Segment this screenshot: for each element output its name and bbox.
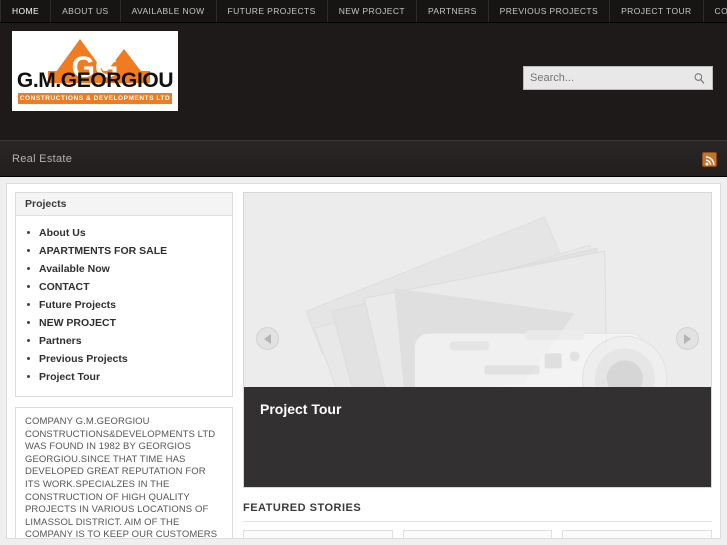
search-box[interactable] [523, 66, 713, 90]
site-logo[interactable]: GG G.M.GEORGIOU CONSTRUCTIONS & DEVELOPM… [12, 31, 178, 111]
nav-item-new-project[interactable]: NEW PROJECT [328, 0, 417, 22]
projects-item-contact[interactable]: CONTACT [25, 278, 223, 296]
widget-projects: Projects About Us APARTMENTS FOR SALE Av… [15, 192, 233, 397]
page-title-bar: Real Estate [0, 140, 727, 177]
projects-item-new-project[interactable]: NEW PROJECT [25, 314, 223, 332]
projects-item-about-us[interactable]: About Us [25, 224, 223, 242]
logo-company-name: G.M.GEORGIOU [16, 69, 174, 92]
widget-projects-body: About Us APARTMENTS FOR SALE Available N… [16, 216, 232, 396]
nav-item-home[interactable]: HOME [0, 0, 52, 22]
chevron-left-icon [264, 333, 271, 344]
chevron-right-icon [684, 333, 691, 344]
nav-item-future-projects[interactable]: FUTURE PROJECTS [217, 0, 328, 22]
featured-stories-row [243, 530, 713, 538]
about-company-text: COMPANY G.M.GEORGIOU CONSTRUCTIONS&DEVEL… [15, 407, 233, 538]
sidebar: Projects About Us APARTMENTS FOR SALE Av… [15, 192, 233, 538]
projects-list: About Us APARTMENTS FOR SALE Available N… [25, 224, 223, 386]
projects-item-previous-projects[interactable]: Previous Projects [25, 350, 223, 368]
nav-item-about-us[interactable]: ABOUT US [51, 0, 121, 22]
slider-next-button[interactable] [676, 327, 699, 350]
nav-item-previous-projects[interactable]: PREVIOUS PROJECTS [489, 0, 611, 22]
search-input[interactable] [530, 72, 693, 84]
featured-stories-section: FEATURED STORIES [243, 502, 713, 538]
featured-story-card[interactable] [562, 530, 713, 538]
featured-stories-heading: FEATURED STORIES [243, 502, 712, 522]
slider-prev-button[interactable] [256, 327, 279, 350]
rss-glyph [705, 156, 715, 166]
nav-item-available-now[interactable]: AVAILABLE NOW [121, 0, 217, 22]
top-navigation: HOME ABOUT US AVAILABLE NOW FUTURE PROJE… [0, 0, 727, 23]
main-content: Project Tour FEATURED STORIES [243, 192, 713, 538]
featured-story-card[interactable] [402, 530, 553, 538]
nav-item-partners[interactable]: PARTNERS [417, 0, 489, 22]
projects-item-project-tour[interactable]: Project Tour [25, 368, 223, 386]
slider-caption-bar[interactable]: Project Tour [244, 387, 711, 487]
widget-projects-heading: Projects [16, 193, 232, 216]
page-title: Real Estate [12, 152, 73, 165]
featured-slider[interactable]: Project Tour [243, 192, 712, 488]
logo-company-subtitle: CONSTRUCTIONS & DEVELOPMENTS LTD [18, 93, 172, 104]
content-panel: Projects About Us APARTMENTS FOR SALE Av… [6, 183, 721, 539]
page-body: Projects About Us APARTMENTS FOR SALE Av… [0, 177, 727, 545]
featured-story-card[interactable] [243, 530, 393, 538]
projects-item-available-now[interactable]: Available Now [25, 260, 223, 278]
nav-item-project-tour[interactable]: PROJECT TOUR [610, 0, 704, 22]
projects-item-apartments-for-sale[interactable]: APARTMENTS FOR SALE [25, 242, 223, 260]
projects-item-future-projects[interactable]: Future Projects [25, 296, 223, 314]
nav-item-contact[interactable]: CONTACT [704, 0, 727, 22]
search-icon[interactable] [693, 72, 706, 85]
projects-item-partners[interactable]: Partners [25, 332, 223, 350]
rss-icon[interactable] [702, 152, 717, 167]
slider-caption-text: Project Tour [260, 401, 342, 417]
site-header: GG G.M.GEORGIOU CONSTRUCTIONS & DEVELOPM… [0, 23, 727, 150]
